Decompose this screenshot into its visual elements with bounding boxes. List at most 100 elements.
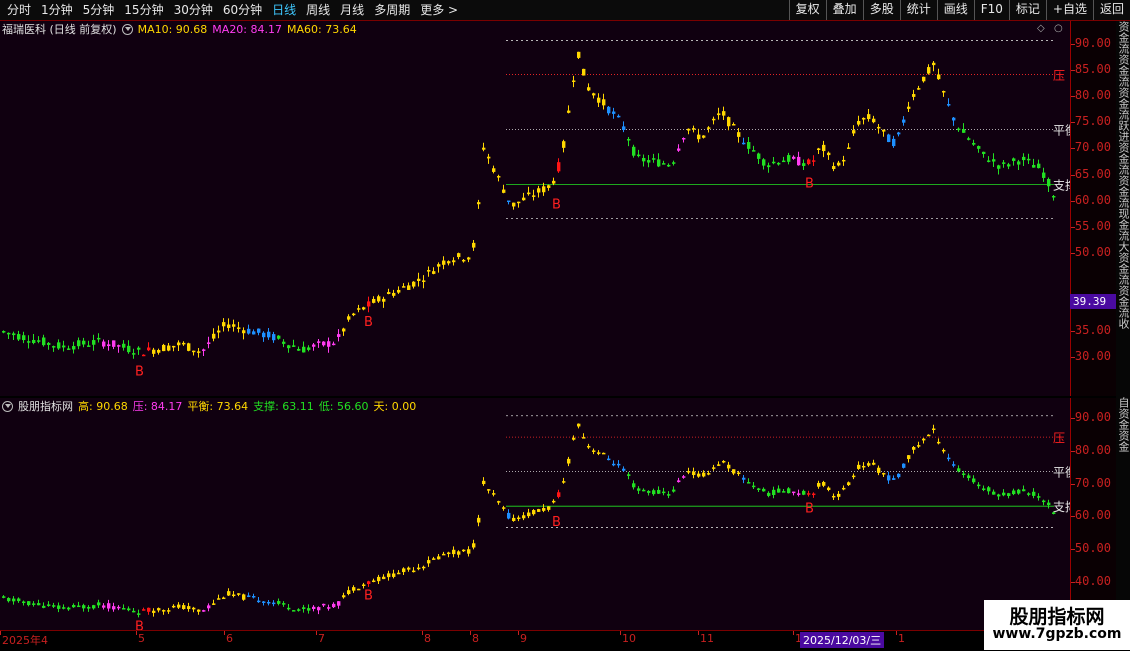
- diamond-icon[interactable]: ◇: [1037, 23, 1045, 34]
- buy-signal-label: B: [135, 364, 144, 379]
- candle-body: [372, 298, 376, 303]
- fuquan-button[interactable]: 复权: [788, 0, 826, 20]
- candle-body: [622, 126, 626, 130]
- indicator-panel[interactable]: 股朋指标网 高: 90.68 压: 84.17 平衡: 73.64 支撑: 63…: [0, 398, 1070, 630]
- candle-body: [67, 607, 71, 610]
- candle-body: [702, 135, 706, 138]
- candle-body: [957, 128, 961, 131]
- candle-body: [557, 492, 561, 497]
- ya-value: 压: 84.17: [132, 400, 183, 413]
- candle-body: [862, 117, 866, 120]
- x-tick-label: 9: [520, 632, 527, 645]
- candle-body: [117, 606, 121, 609]
- candle-body: [147, 607, 151, 612]
- candle-body: [782, 491, 786, 493]
- x-tick-mark: [422, 631, 423, 635]
- candle-body: [757, 153, 761, 159]
- candle-body: [492, 168, 496, 172]
- candle-body: [382, 576, 386, 580]
- candle-body: [812, 493, 816, 496]
- settings-circle-icon[interactable]: ○: [1054, 23, 1063, 34]
- x-tick-mark: [136, 631, 137, 635]
- stats-button[interactable]: 统计: [899, 0, 937, 20]
- low-value: 低: 56.60: [318, 400, 369, 413]
- candle-body: [632, 483, 636, 488]
- candle-body: [582, 437, 586, 439]
- candle-body: [7, 598, 11, 602]
- candle-body: [982, 151, 986, 154]
- candle-body: [272, 334, 276, 341]
- add-watchlist-button[interactable]: +自选: [1045, 0, 1093, 20]
- candle-body: [602, 452, 606, 455]
- candle-body: [232, 324, 236, 327]
- support-label: 支撑: [1053, 499, 1070, 514]
- candle-body: [842, 487, 846, 490]
- candle-body: [747, 142, 751, 149]
- candle-body: [287, 345, 291, 349]
- tab-monthly[interactable]: 月线: [335, 0, 369, 20]
- candle-body: [302, 607, 306, 609]
- y-tick-mark: [1071, 516, 1075, 518]
- overlay-button[interactable]: 叠加: [825, 0, 863, 20]
- candle-body: [837, 162, 841, 166]
- candle-body: [192, 350, 196, 353]
- candle-body: [847, 147, 851, 149]
- tab-weekly[interactable]: 周线: [301, 0, 335, 20]
- candle-body: [787, 155, 791, 162]
- candle-body: [362, 584, 366, 586]
- candle-body: [177, 342, 181, 346]
- candle-body: [122, 343, 126, 348]
- candle-body: [717, 113, 721, 116]
- candle-body: [547, 185, 551, 188]
- mark-button[interactable]: 标记: [1008, 0, 1046, 20]
- candle-body: [827, 152, 831, 156]
- tab-15min[interactable]: 15分钟: [119, 0, 168, 20]
- multi-stock-button[interactable]: 多股: [862, 0, 900, 20]
- candle-body: [247, 328, 251, 334]
- candle-body: [342, 328, 346, 332]
- candle-body: [937, 74, 941, 80]
- candle-body: [797, 156, 801, 166]
- tab-1min[interactable]: 1分钟: [36, 0, 78, 20]
- candle-body: [952, 464, 956, 466]
- x-tick-label: 6: [226, 632, 233, 645]
- candle-body: [72, 346, 76, 350]
- candle-body: [562, 141, 566, 148]
- candle-body: [1012, 490, 1016, 495]
- candle-body: [1002, 162, 1006, 164]
- main-chart-panel[interactable]: 福瑞医科 (日线 前复权) MA10: 90.68 MA20: 84.17 MA…: [0, 21, 1070, 396]
- candle-body: [567, 110, 571, 113]
- tab-fenshi[interactable]: 分时: [2, 0, 36, 20]
- ma20-label: MA20: 84.17: [212, 22, 283, 36]
- candle-body: [332, 603, 336, 608]
- tab-60min[interactable]: 60分钟: [218, 0, 267, 20]
- tab-multi-period[interactable]: 多周期: [369, 0, 415, 20]
- candle-body: [987, 160, 991, 162]
- candle-body: [352, 313, 356, 316]
- right-strip-text: 资金流资金流资金流跃进资金流资金流现金流大资金流资金流收: [1117, 21, 1130, 329]
- candle-body: [432, 558, 436, 560]
- candle-body: [912, 447, 916, 450]
- candle-body: [297, 609, 301, 611]
- y-tick-mark: [1071, 418, 1075, 419]
- x-tick-label: 7: [318, 632, 325, 645]
- buy-signal-label: B: [364, 589, 373, 604]
- back-button[interactable]: 返回: [1092, 0, 1130, 20]
- tab-30min[interactable]: 30分钟: [169, 0, 218, 20]
- right-info-strip: 资金流资金流资金流跃进资金流资金流现金流大资金流资金流收 自资金资金: [1116, 21, 1130, 630]
- dropdown-icon[interactable]: [2, 400, 13, 412]
- candle-body: [242, 330, 246, 334]
- x-tick-label: 8: [472, 632, 479, 645]
- tab-5min[interactable]: 5分钟: [78, 0, 120, 20]
- tab-daily[interactable]: 日线: [267, 0, 301, 20]
- tab-more[interactable]: 更多 >: [415, 0, 463, 20]
- candle-body: [212, 603, 216, 605]
- candle-body: [902, 119, 906, 123]
- dropdown-icon[interactable]: [121, 23, 133, 35]
- price-tag: 39.39: [1070, 294, 1116, 309]
- candle-body: [562, 481, 566, 483]
- draw-line-button[interactable]: 画线: [936, 0, 974, 20]
- y-tick-label: 50.00: [1074, 541, 1111, 556]
- f10-button[interactable]: F10: [973, 0, 1009, 20]
- candle-body: [112, 340, 116, 347]
